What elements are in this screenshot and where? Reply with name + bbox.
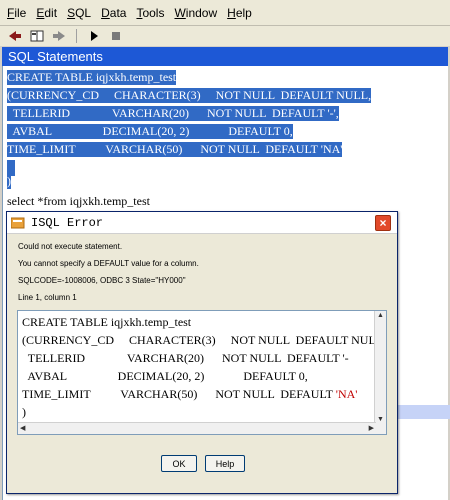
statement-highlight: 'NA' [335, 387, 358, 401]
error-sqlcode: SQLCODE=-1008006, ODBC 3 State="HY000" [18, 276, 186, 285]
editor-line: ) [7, 174, 11, 189]
isql-error-dialog: ISQL Error × Could not execute statement… [6, 211, 398, 494]
editor-line: (CURRENCY_CD CHARACTER(3) NOT NULL DEFAU… [7, 88, 372, 103]
ok-button[interactable]: OK [161, 455, 197, 472]
vertical-scrollbar[interactable]: ▲ ▼ [374, 311, 386, 434]
back-arrow-icon[interactable] [6, 28, 24, 44]
editor-query-line: select *from iqjxkh.temp_test [7, 194, 150, 208]
menu-window[interactable]: Window [169, 0, 222, 26]
forward-arrow-icon[interactable] [50, 28, 68, 44]
app-icon [11, 217, 25, 228]
background-scrollbar[interactable] [398, 405, 450, 419]
scroll-left-icon[interactable]: ◀ [20, 424, 25, 432]
error-message: You cannot specify a DEFAULT value for a… [18, 259, 199, 268]
menu-tools[interactable]: Tools [131, 0, 169, 26]
menu-file[interactable]: File [2, 0, 31, 26]
dialog-title: ISQL Error [31, 215, 104, 230]
statement-line: AVBAL DECIMAL(20, 2) DEFAULT 0, [22, 369, 308, 383]
stop-icon[interactable] [107, 28, 125, 44]
menu-data[interactable]: Data [96, 0, 131, 26]
statement-text: TIME_LIMIT VARCHAR(50) NOT NULL DEFAULT [22, 387, 336, 401]
menu-bar: File Edit SQL Data Tools Window Help [0, 0, 450, 26]
editor-line: TIME_LIMIT VARCHAR(50) NOT NULL DEFAULT … [7, 142, 343, 157]
help-button[interactable]: Help [205, 455, 245, 472]
editor-line: AVBAL DECIMAL(20, 2) DEFAULT 0, [7, 124, 293, 139]
error-message: Could not execute statement. [18, 242, 123, 251]
menu-edit[interactable]: Edit [31, 0, 62, 26]
toolbar [0, 26, 450, 46]
panel-title: SQL Statements [2, 47, 448, 66]
statement-line: (CURRENCY_CD CHARACTER(3) NOT NULL DEFAU… [22, 333, 387, 347]
error-statement-box[interactable]: CREATE TABLE iqjxkh.temp_test (CURRENCY_… [17, 310, 387, 435]
scroll-down-icon[interactable]: ▼ [377, 416, 384, 423]
statement-line: CREATE TABLE iqjxkh.temp_test [22, 315, 192, 329]
statement-line: ) [22, 405, 26, 419]
menu-help[interactable]: Help [222, 0, 257, 26]
scroll-right-icon[interactable]: ▶ [369, 424, 374, 432]
menu-sql[interactable]: SQL [62, 0, 96, 26]
statement-line: TIME_LIMIT VARCHAR(50) NOT NULL DEFAULT … [22, 387, 357, 402]
close-icon[interactable]: × [375, 215, 391, 231]
scroll-up-icon[interactable]: ▲ [377, 312, 384, 319]
book-icon[interactable] [28, 28, 46, 44]
editor-line: TELLERID VARCHAR(20) NOT NULL DEFAULT '-… [7, 106, 339, 121]
toolbar-separator [76, 29, 77, 43]
editor-line: CREATE TABLE iqjxkh.temp_test [7, 70, 177, 85]
run-icon[interactable] [85, 28, 103, 44]
dialog-title-bar: ISQL Error [7, 212, 397, 234]
horizontal-scrollbar[interactable]: ◀ ▶ [18, 422, 376, 434]
error-position: Line 1, column 1 [18, 293, 77, 302]
statement-line: TELLERID VARCHAR(20) NOT NULL DEFAULT '- [22, 351, 349, 365]
